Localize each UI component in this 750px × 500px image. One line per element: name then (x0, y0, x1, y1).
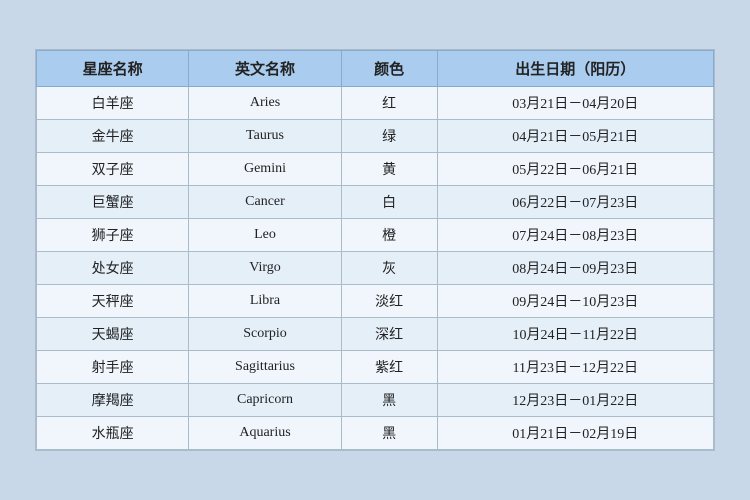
cell-date: 07月24日－08月23日 (437, 219, 713, 252)
table-row: 射手座Sagittarius紫红11月23日－12月22日 (37, 351, 714, 384)
cell-color: 黑 (341, 384, 437, 417)
zodiac-table-container: 星座名称 英文名称 颜色 出生日期（阳历） 白羊座Aries红03月21日－04… (35, 49, 715, 451)
table-body: 白羊座Aries红03月21日－04月20日金牛座Taurus绿04月21日－0… (37, 87, 714, 450)
cell-color: 灰 (341, 252, 437, 285)
cell-zh-name: 狮子座 (37, 219, 189, 252)
cell-color: 紫红 (341, 351, 437, 384)
cell-date: 08月24日－09月23日 (437, 252, 713, 285)
cell-en-name: Cancer (189, 186, 341, 219)
cell-zh-name: 射手座 (37, 351, 189, 384)
table-row: 巨蟹座Cancer白06月22日－07月23日 (37, 186, 714, 219)
cell-color: 黑 (341, 417, 437, 450)
cell-color: 深红 (341, 318, 437, 351)
cell-color: 白 (341, 186, 437, 219)
cell-date: 04月21日－05月21日 (437, 120, 713, 153)
cell-zh-name: 巨蟹座 (37, 186, 189, 219)
cell-color: 淡红 (341, 285, 437, 318)
cell-zh-name: 白羊座 (37, 87, 189, 120)
cell-en-name: Sagittarius (189, 351, 341, 384)
table-header-row: 星座名称 英文名称 颜色 出生日期（阳历） (37, 51, 714, 87)
header-date: 出生日期（阳历） (437, 51, 713, 87)
table-row: 处女座Virgo灰08月24日－09月23日 (37, 252, 714, 285)
table-row: 天蝎座Scorpio深红10月24日－11月22日 (37, 318, 714, 351)
header-zh-name: 星座名称 (37, 51, 189, 87)
cell-zh-name: 天蝎座 (37, 318, 189, 351)
cell-en-name: Scorpio (189, 318, 341, 351)
table-row: 水瓶座Aquarius黑01月21日－02月19日 (37, 417, 714, 450)
header-en-name: 英文名称 (189, 51, 341, 87)
table-row: 摩羯座Capricorn黑12月23日－01月22日 (37, 384, 714, 417)
table-row: 双子座Gemini黄05月22日－06月21日 (37, 153, 714, 186)
cell-en-name: Taurus (189, 120, 341, 153)
cell-date: 03月21日－04月20日 (437, 87, 713, 120)
cell-color: 红 (341, 87, 437, 120)
table-row: 狮子座Leo橙07月24日－08月23日 (37, 219, 714, 252)
cell-color: 绿 (341, 120, 437, 153)
cell-en-name: Gemini (189, 153, 341, 186)
cell-date: 01月21日－02月19日 (437, 417, 713, 450)
cell-en-name: Leo (189, 219, 341, 252)
cell-zh-name: 水瓶座 (37, 417, 189, 450)
cell-date: 05月22日－06月21日 (437, 153, 713, 186)
table-row: 天秤座Libra淡红09月24日－10月23日 (37, 285, 714, 318)
cell-en-name: Virgo (189, 252, 341, 285)
cell-zh-name: 摩羯座 (37, 384, 189, 417)
cell-en-name: Aries (189, 87, 341, 120)
zodiac-table: 星座名称 英文名称 颜色 出生日期（阳历） 白羊座Aries红03月21日－04… (36, 50, 714, 450)
table-row: 金牛座Taurus绿04月21日－05月21日 (37, 120, 714, 153)
cell-zh-name: 处女座 (37, 252, 189, 285)
cell-zh-name: 双子座 (37, 153, 189, 186)
cell-date: 06月22日－07月23日 (437, 186, 713, 219)
cell-zh-name: 天秤座 (37, 285, 189, 318)
cell-date: 10月24日－11月22日 (437, 318, 713, 351)
cell-color: 橙 (341, 219, 437, 252)
cell-date: 09月24日－10月23日 (437, 285, 713, 318)
cell-date: 12月23日－01月22日 (437, 384, 713, 417)
cell-en-name: Capricorn (189, 384, 341, 417)
cell-en-name: Libra (189, 285, 341, 318)
cell-date: 11月23日－12月22日 (437, 351, 713, 384)
cell-zh-name: 金牛座 (37, 120, 189, 153)
cell-color: 黄 (341, 153, 437, 186)
header-color: 颜色 (341, 51, 437, 87)
cell-en-name: Aquarius (189, 417, 341, 450)
table-row: 白羊座Aries红03月21日－04月20日 (37, 87, 714, 120)
